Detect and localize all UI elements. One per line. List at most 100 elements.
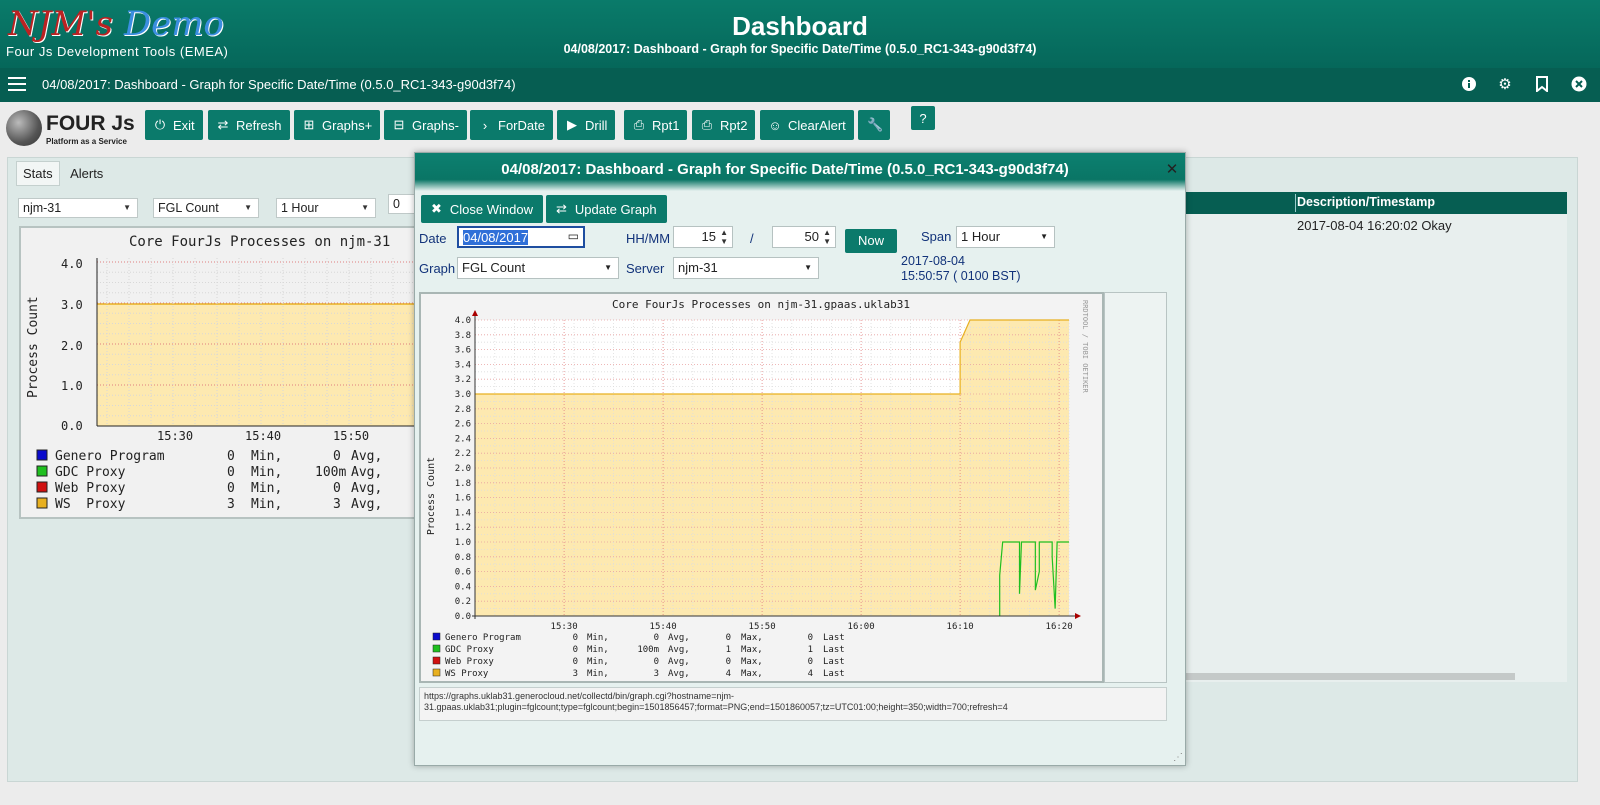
legend-swatch	[432, 656, 441, 665]
stepper-arrows-icon[interactable]: ▲ ▼	[720, 228, 728, 246]
server-value: njm-31	[678, 260, 718, 275]
info-icon[interactable]	[1460, 76, 1478, 94]
y-tick-label: 2.4	[455, 434, 471, 444]
power-icon: ⏻	[154, 117, 166, 132]
wrench-button[interactable]: 🔧	[858, 110, 890, 140]
graph-dialog: 04/08/2017: Dashboard - Graph for Specif…	[414, 152, 1186, 766]
calendar-icon[interactable]: ▭	[568, 229, 579, 243]
server-select-value: njm-31	[23, 201, 62, 215]
now-button[interactable]: Now	[845, 229, 897, 253]
hamburger-menu-icon[interactable]	[8, 77, 26, 93]
y-tick-label: 0.2	[455, 597, 471, 607]
legend-min-label: Min,	[251, 497, 282, 512]
close-window-button[interactable]: ✖ Close Window	[421, 195, 543, 223]
chevron-right-icon: ›	[482, 117, 488, 133]
tab-alerts[interactable]: Alerts	[64, 162, 109, 185]
legend-label: GDC Proxy	[445, 645, 494, 655]
hour-stepper[interactable]: 15 ▲ ▼	[673, 226, 733, 248]
table-row[interactable]: 2017-08-04 16:20:02 Okay	[1297, 218, 1452, 233]
y-tick-label: 3.6	[455, 346, 471, 356]
rrdtool-credit: RRDTOOL / TOBI OETIKER	[1081, 300, 1089, 394]
stepper-arrows-icon[interactable]: ▲ ▼	[823, 228, 831, 246]
legend-swatch	[432, 668, 441, 677]
legend-stat-label: Min,	[587, 633, 609, 643]
graph-select[interactable]: FGL Count ▼	[457, 257, 619, 279]
update-graph-button[interactable]: ⇄ Update Graph	[546, 195, 667, 223]
legend-stat-label: Last	[823, 657, 845, 667]
horizontal-scrollbar[interactable]	[1185, 670, 1567, 682]
legend-stat-label: Max,	[741, 633, 763, 643]
help-button[interactable]: ?	[911, 106, 935, 130]
server-select[interactable]: njm-31 ▼	[673, 257, 819, 279]
span-select[interactable]: 1 Hour ▼	[956, 226, 1055, 248]
x-tick-label: 16:20	[1046, 622, 1073, 632]
legend-label: Genero Program	[445, 633, 521, 643]
legend-min: 0	[573, 645, 578, 655]
legend-swatch	[432, 632, 441, 641]
resize-handle-icon[interactable]: ⋰	[1173, 752, 1183, 763]
fordate-label: ForDate	[498, 117, 545, 133]
gear-icon[interactable]: ⚙	[1496, 76, 1514, 94]
play-icon: ▶	[567, 117, 577, 132]
exit-button[interactable]: ⏻ Exit	[145, 110, 203, 140]
page-title: Dashboard	[732, 11, 868, 41]
smile-icon: ☺	[768, 117, 782, 133]
date-input[interactable]: 04/08/2017 ▭	[457, 226, 585, 248]
legend-stat-label: Last	[823, 645, 845, 655]
legend-label: GDC Proxy	[55, 465, 126, 480]
clearalert-button[interactable]: ☺ ClearAlert	[760, 110, 854, 140]
legend-stat-label: Last	[823, 669, 845, 679]
legend-min-label: Min,	[251, 481, 282, 496]
legend-avg: 100m	[637, 645, 659, 655]
date-input-value: 04/08/2017	[463, 230, 529, 245]
timestamp-time: 15:50:57 ( 0100 BST)	[901, 269, 1021, 283]
legend-avg-label: Avg,	[351, 481, 382, 496]
rpt2-button[interactable]: ⎙ Rpt2	[692, 110, 756, 140]
graph-select[interactable]: FGL Count ▼	[153, 198, 259, 218]
vertical-scrollbar[interactable]	[1553, 214, 1567, 662]
legend-avg: 0	[654, 657, 659, 667]
left-graph-ylabel: Process Count	[26, 296, 41, 398]
dialog-close-icon[interactable]: ✕	[1164, 162, 1180, 178]
chevron-down-icon: ▼	[804, 263, 812, 272]
y-tick-label: 1.4	[455, 508, 471, 518]
legend-min: 0	[573, 633, 578, 643]
hour-value: 15	[701, 229, 716, 244]
graphs-plus-button[interactable]: ⊞ Graphs+	[294, 110, 381, 140]
drill-button[interactable]: ▶ Drill	[557, 110, 616, 140]
close-icon[interactable]	[1570, 76, 1588, 94]
y-axis-arrow	[472, 310, 478, 316]
server-select[interactable]: njm-31 ▼	[18, 198, 138, 218]
left-ytick: 0.0	[61, 419, 83, 433]
refresh-button[interactable]: ⇄ Refresh	[208, 110, 290, 140]
dialog-title: 04/08/2017: Dashboard - Graph for Specif…	[501, 161, 1069, 178]
minute-stepper[interactable]: 50 ▲ ▼	[772, 226, 836, 248]
graphs-minus-button[interactable]: ⊟ Graphs-	[384, 110, 467, 140]
column-header-description[interactable]: Description/Timestamp	[1297, 195, 1435, 209]
legend-last: 1	[808, 645, 813, 655]
left-graph-svg: Core FourJs Processes on njm-31 Process …	[26, 234, 437, 512]
fourjs-logo-icon	[6, 110, 42, 146]
legend-min-label: Min,	[251, 449, 282, 464]
legend-last: 0	[808, 633, 813, 643]
rpt1-button[interactable]: ⎙ Rpt1	[624, 110, 688, 140]
legend-avg-label: Avg,	[351, 497, 382, 512]
span-select[interactable]: 1 Hour ▼	[276, 198, 376, 218]
chevron-down-icon: ▼	[1040, 232, 1048, 241]
dialog-titlebar[interactable]: 04/08/2017: Dashboard - Graph for Specif…	[415, 153, 1185, 191]
exit-label: Exit	[173, 117, 195, 133]
left-xtick: 15:40	[245, 429, 281, 443]
tab-stats[interactable]: Stats	[16, 161, 60, 186]
app-bar: 04/08/2017: Dashboard - Graph for Specif…	[0, 68, 1600, 102]
page-subtitle: 04/08/2017: Dashboard - Graph for Specif…	[563, 42, 1037, 56]
x-tick-label: 16:00	[848, 622, 875, 632]
y-tick-label: 2.6	[455, 420, 471, 430]
y-tick-label: 0.8	[455, 553, 471, 563]
y-tick-label: 2.2	[455, 449, 471, 459]
bookmark-icon[interactable]	[1533, 76, 1551, 94]
server-label: Server	[626, 261, 665, 276]
drill-label: Drill	[585, 117, 608, 133]
legend-label: Genero Program	[55, 449, 165, 464]
fordate-button[interactable]: › ForDate	[470, 110, 553, 140]
legend-swatch	[432, 644, 441, 653]
